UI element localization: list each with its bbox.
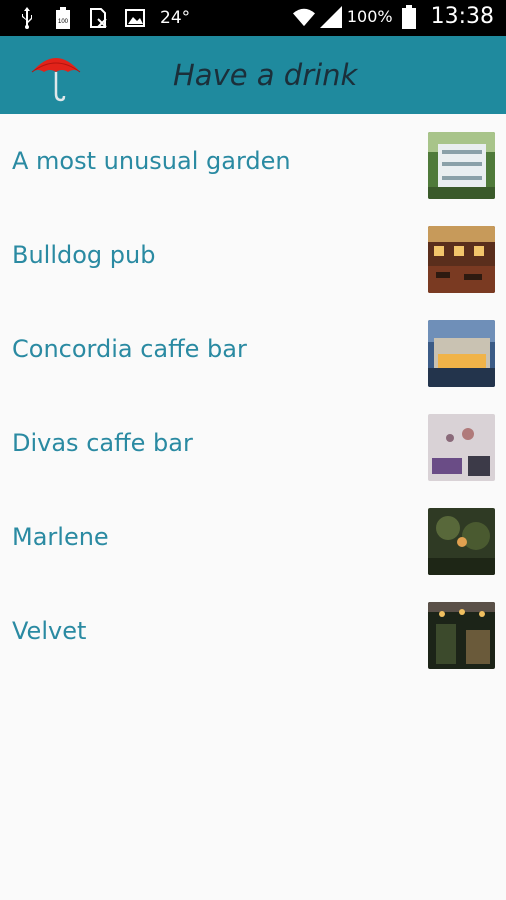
battery-percent-text: 100% bbox=[346, 7, 393, 26]
wifi-icon bbox=[292, 5, 315, 29]
battery-100-icon: 100 bbox=[52, 6, 74, 30]
list-item-label: Velvet bbox=[12, 617, 87, 645]
list-item-label: Bulldog pub bbox=[12, 241, 156, 269]
page-title: Have a drink bbox=[173, 58, 358, 92]
list-item[interactable]: A most unusual garden bbox=[0, 114, 506, 208]
svg-text:100: 100 bbox=[58, 19, 69, 25]
list-item-thumbnail bbox=[428, 414, 495, 481]
list-item-thumbnail bbox=[428, 226, 495, 293]
umbrella-icon[interactable] bbox=[28, 48, 84, 104]
app-toolbar: Have a drink bbox=[0, 36, 506, 114]
drink-place-list: A most unusual garden Bulldog pub Concor… bbox=[0, 114, 506, 678]
status-bar: 100 24° 100% 13:38 bbox=[0, 0, 506, 36]
list-item-thumbnail bbox=[428, 602, 495, 669]
list-item-thumbnail bbox=[428, 132, 495, 199]
usb-icon bbox=[16, 6, 38, 30]
list-item[interactable]: Concordia caffe bar bbox=[0, 302, 506, 396]
list-item-label: A most unusual garden bbox=[12, 147, 291, 175]
image-icon bbox=[124, 6, 146, 30]
list-item-label: Concordia caffe bar bbox=[12, 335, 247, 363]
sim-icon bbox=[88, 6, 110, 30]
list-item[interactable]: Divas caffe bar bbox=[0, 396, 506, 490]
list-item[interactable]: Velvet bbox=[0, 584, 506, 678]
clock-text: 13:38 bbox=[430, 4, 494, 29]
signal-icon bbox=[319, 5, 342, 29]
battery-icon bbox=[398, 4, 420, 29]
list-item-thumbnail bbox=[428, 508, 495, 575]
temperature-text: 24° bbox=[160, 8, 191, 28]
list-item-thumbnail bbox=[428, 320, 495, 387]
list-item[interactable]: Marlene bbox=[0, 490, 506, 584]
list-item-label: Marlene bbox=[12, 523, 109, 551]
list-item[interactable]: Bulldog pub bbox=[0, 208, 506, 302]
list-item-label: Divas caffe bar bbox=[12, 429, 193, 457]
